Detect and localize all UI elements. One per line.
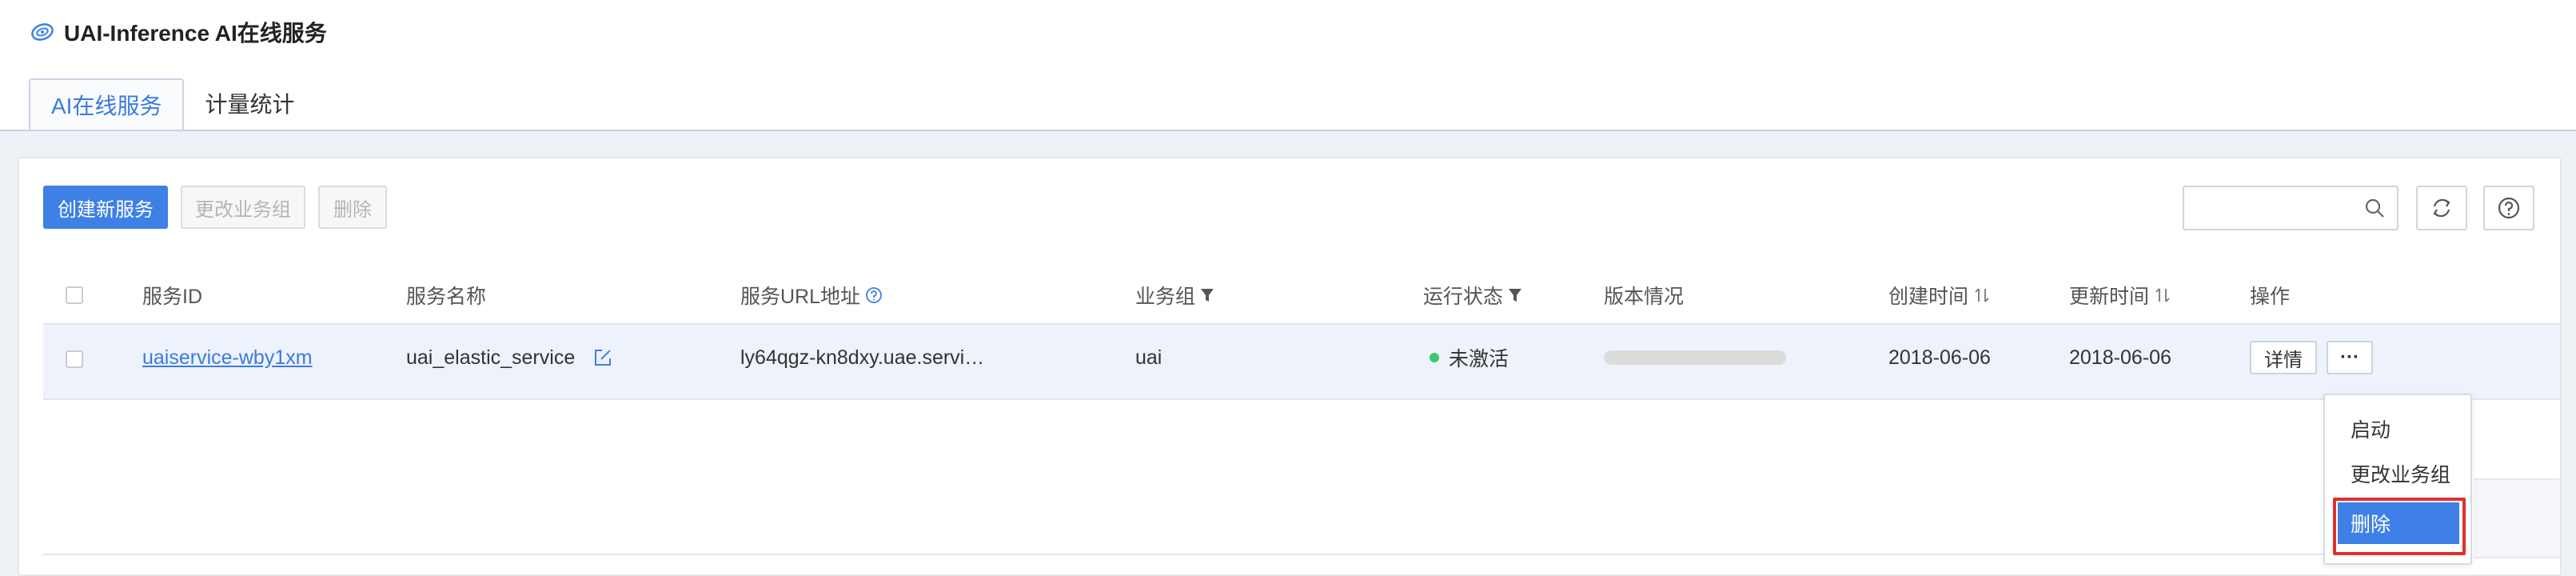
row-checkbox[interactable] <box>66 350 83 368</box>
app-logo-icon <box>31 23 54 41</box>
group-cell: uai <box>1135 346 1162 369</box>
created-cell: 2018-06-06 <box>1888 346 1991 369</box>
select-all-checkbox[interactable] <box>66 286 83 304</box>
col-header-updated-label: 更新时间 <box>2069 286 2150 308</box>
col-header-created-label: 创建时间 <box>1888 286 1969 308</box>
updated-cell: 2018-06-06 <box>2069 346 2171 369</box>
search-icon <box>2365 198 2384 218</box>
col-header-status[interactable]: 运行状态 <box>1423 277 1522 314</box>
change-group-button[interactable]: 更改业务组 <box>181 186 305 229</box>
tab-metering-stats[interactable]: 计量统计 <box>184 78 315 128</box>
menu-item-change-group[interactable]: 更改业务组 <box>2338 453 2459 494</box>
version-placeholder-bar <box>1604 350 1786 365</box>
status-cell: 未激活 <box>1430 339 1509 376</box>
url-help-icon[interactable] <box>865 286 883 304</box>
service-panel: 创建新服务 更改业务组 删除 服务ID 服务名称 服务URL地址 业务组 运行状… <box>18 157 2562 576</box>
delete-button[interactable]: 删除 <box>318 186 387 229</box>
col-header-service-id: 服务ID <box>142 286 203 308</box>
service-id-link[interactable]: uaiservice-wby1xm <box>142 339 313 376</box>
status-text: 未激活 <box>1449 348 1509 370</box>
service-url-cell: ly64qgz-kn8dxy.uae.servi… <box>740 346 985 369</box>
help-icon <box>2498 197 2520 219</box>
filter-icon[interactable] <box>1200 286 1214 304</box>
bottom-divider <box>43 554 2346 555</box>
detail-button[interactable]: 详情 <box>2250 341 2317 374</box>
col-header-group-label: 业务组 <box>1135 286 1196 308</box>
col-header-updated[interactable]: 更新时间 <box>2069 277 2173 314</box>
col-header-created[interactable]: 创建时间 <box>1888 277 1992 314</box>
col-header-service-url: 服务URL地址 <box>740 277 883 314</box>
col-header-status-label: 运行状态 <box>1423 286 1504 308</box>
help-button[interactable] <box>2483 186 2534 230</box>
col-header-version: 版本情况 <box>1604 286 1685 308</box>
highlight-box <box>2333 498 2466 555</box>
status-dot-icon <box>1430 353 1439 362</box>
refresh-button[interactable] <box>2416 186 2467 230</box>
search-input[interactable] <box>2183 186 2399 230</box>
col-header-service-name: 服务名称 <box>406 286 487 308</box>
tab-divider <box>0 130 2576 131</box>
col-header-service-url-label: 服务URL地址 <box>740 286 861 308</box>
filter-icon[interactable] <box>1508 286 1522 304</box>
create-service-button[interactable]: 创建新服务 <box>43 186 168 229</box>
top-header: UAI-Inference AI在线服务 AI在线服务 计量统计 <box>0 0 2576 131</box>
refresh-icon <box>2433 198 2450 218</box>
tab-ai-online-service[interactable]: AI在线服务 <box>29 78 185 131</box>
version-cell <box>1604 339 1786 376</box>
tab-bar: AI在线服务 计量统计 <box>29 78 315 131</box>
page-title: UAI-Inference AI在线服务 <box>29 16 327 48</box>
sort-icon[interactable] <box>2154 286 2173 305</box>
col-header-group[interactable]: 业务组 <box>1135 277 1214 314</box>
more-actions-button[interactable]: ··· <box>2327 341 2373 374</box>
edit-icon[interactable] <box>592 347 613 368</box>
col-header-actions: 操作 <box>2250 286 2291 308</box>
service-id-text[interactable]: uaiservice-wby1xm <box>142 346 313 370</box>
menu-item-start[interactable]: 启动 <box>2338 408 2459 450</box>
service-name-cell: uai_elastic_service <box>406 339 613 376</box>
page-title-text: UAI-Inference AI在线服务 <box>64 21 327 46</box>
row-divider <box>43 398 2560 400</box>
empty-area <box>2474 478 2560 558</box>
sort-icon[interactable] <box>1973 286 1992 305</box>
service-name-text: uai_elastic_service <box>406 346 576 369</box>
